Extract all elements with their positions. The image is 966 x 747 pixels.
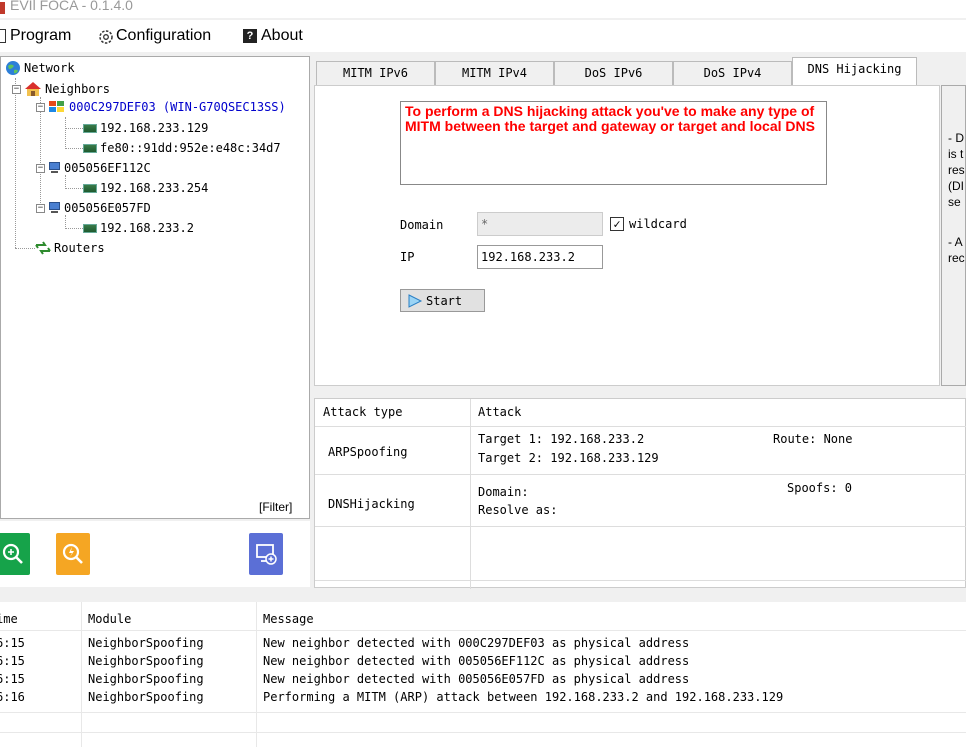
collapse-icon[interactable]: − <box>36 102 45 112</box>
table-row-detail: Target 1: 192.168.233.2 <box>478 432 645 446</box>
log-time: 6:15 <box>0 654 25 668</box>
spoof-scan-button[interactable] <box>56 533 90 575</box>
play-icon <box>408 293 423 308</box>
tab-dns-hijacking[interactable]: DNS Hijacking <box>792 57 917 86</box>
network-card-icon <box>83 143 97 153</box>
log-message: Performing a MITM (ARP) attack between 1… <box>263 690 784 704</box>
tree-node-routers[interactable]: Routers <box>35 241 105 255</box>
program-icon <box>0 29 6 43</box>
tree-node-ip[interactable]: fe80::91dd:952e:e48c:34d7 <box>83 141 281 155</box>
window-title: EVIl FOCA - 0.1.4.0 <box>10 0 133 13</box>
network-card-icon <box>83 123 97 133</box>
warning-box: To perform a DNS hijacking attack you've… <box>400 101 827 185</box>
collapse-icon[interactable]: − <box>36 163 45 173</box>
table-row-detail: Resolve as: <box>478 503 558 517</box>
table-row-type[interactable]: DNSHijacking <box>328 497 415 511</box>
menu-program[interactable]: Program <box>0 27 71 45</box>
collapse-icon[interactable]: − <box>36 203 45 213</box>
tab-mitm-ipv6[interactable]: MITM IPv6 <box>316 61 435 85</box>
tab-mitm-ipv4[interactable]: MITM IPv4 <box>435 61 554 85</box>
menu-configuration[interactable]: Configuration <box>98 27 211 45</box>
attack-table: Attack type Attack ARPSpoofing Target 1:… <box>314 398 966 589</box>
log-table: ime Module Message 6:15 NeighborSpoofing… <box>0 602 966 747</box>
table-row-detail: Domain: <box>478 485 529 499</box>
ip-label: IP <box>400 250 415 264</box>
log-time: 6:16 <box>0 690 25 704</box>
domain-label: Domain <box>400 218 444 232</box>
collapse-icon[interactable]: − <box>12 84 21 94</box>
help-icon: ? <box>243 29 257 43</box>
log-module: NeighborSpoofing <box>88 636 204 650</box>
menu-about[interactable]: ? About <box>243 27 303 45</box>
network-card-icon <box>83 183 97 193</box>
search-lightning-icon <box>62 543 83 564</box>
wildcard-label: wildcard <box>629 217 687 231</box>
network-tree[interactable]: Network − Neighbors − 000C297DEF03 (WIN-… <box>0 56 310 519</box>
tree-node-host-3[interactable]: − 005056E057FD <box>36 201 151 215</box>
column-header-message[interactable]: Message <box>263 612 314 626</box>
table-row-type[interactable]: ARPSpoofing <box>328 445 407 459</box>
scan-button[interactable] <box>0 533 30 575</box>
log-module: NeighborSpoofing <box>88 654 204 668</box>
log-module: NeighborSpoofing <box>88 672 204 686</box>
log-time: 6:15 <box>0 636 25 650</box>
log-message: New neighbor detected with 000C297DEF03 … <box>263 636 690 650</box>
table-row-detail: Target 2: 192.168.233.129 <box>478 451 659 465</box>
gear-icon <box>98 29 113 44</box>
column-header-module[interactable]: Module <box>88 612 131 626</box>
tree-node-ip[interactable]: 192.168.233.254 <box>83 181 208 195</box>
windows-icon <box>49 101 64 112</box>
help-panel: - D is t res (DI se - A rec <box>941 85 966 386</box>
add-host-button[interactable] <box>249 533 283 575</box>
column-header-attack: Attack <box>478 405 522 419</box>
action-button-panel <box>0 521 310 587</box>
domain-input[interactable]: * <box>477 212 603 236</box>
globe-icon <box>6 61 20 75</box>
title-bar: EVIl FOCA - 0.1.4.0 <box>0 0 966 18</box>
computer-add-icon <box>256 544 277 565</box>
tree-node-network[interactable]: Network <box>5 60 75 76</box>
log-time: 6:15 <box>0 672 25 686</box>
computer-icon <box>48 162 61 174</box>
warning-message: To perform a DNS hijacking attack you've… <box>405 103 815 134</box>
search-icon <box>2 543 23 564</box>
tab-dos-ipv6[interactable]: DoS IPv6 <box>554 61 673 85</box>
house-icon <box>25 82 41 96</box>
wildcard-checkbox[interactable]: ✓ <box>610 217 624 231</box>
app-icon <box>0 2 5 14</box>
column-header-time[interactable]: ime <box>0 612 18 626</box>
start-button[interactable]: Start <box>400 289 485 312</box>
network-card-icon <box>83 223 97 233</box>
router-icon <box>35 241 51 255</box>
tree-node-ip[interactable]: 192.168.233.129 <box>83 121 208 135</box>
log-module: NeighborSpoofing <box>88 690 204 704</box>
log-message: New neighbor detected with 005056E057FD … <box>263 672 690 686</box>
computer-icon <box>48 202 61 214</box>
tree-node-neighbors[interactable]: − Neighbors <box>12 81 110 97</box>
menu-bar: Program Configuration ? About <box>0 20 966 52</box>
tree-node-host-1[interactable]: − 000C297DEF03 (WIN-G70QSEC13SS) <box>36 100 286 114</box>
column-header-attack-type: Attack type <box>323 405 403 419</box>
table-row-extra: Route: None <box>773 432 853 446</box>
filter-link[interactable]: [Filter] <box>259 500 292 514</box>
tree-node-host-2[interactable]: − 005056EF112C <box>36 161 151 175</box>
ip-input[interactable]: 192.168.233.2 <box>477 245 603 269</box>
tree-node-ip[interactable]: 192.168.233.2 <box>83 221 194 235</box>
tab-dos-ipv4[interactable]: DoS IPv4 <box>673 61 792 85</box>
log-message: New neighbor detected with 005056EF112C … <box>263 654 690 668</box>
attack-tabs: MITM IPv6 MITM IPv4 DoS IPv6 DoS IPv4 DN… <box>314 56 966 86</box>
table-row-extra: Spoofs: 0 <box>787 481 853 495</box>
